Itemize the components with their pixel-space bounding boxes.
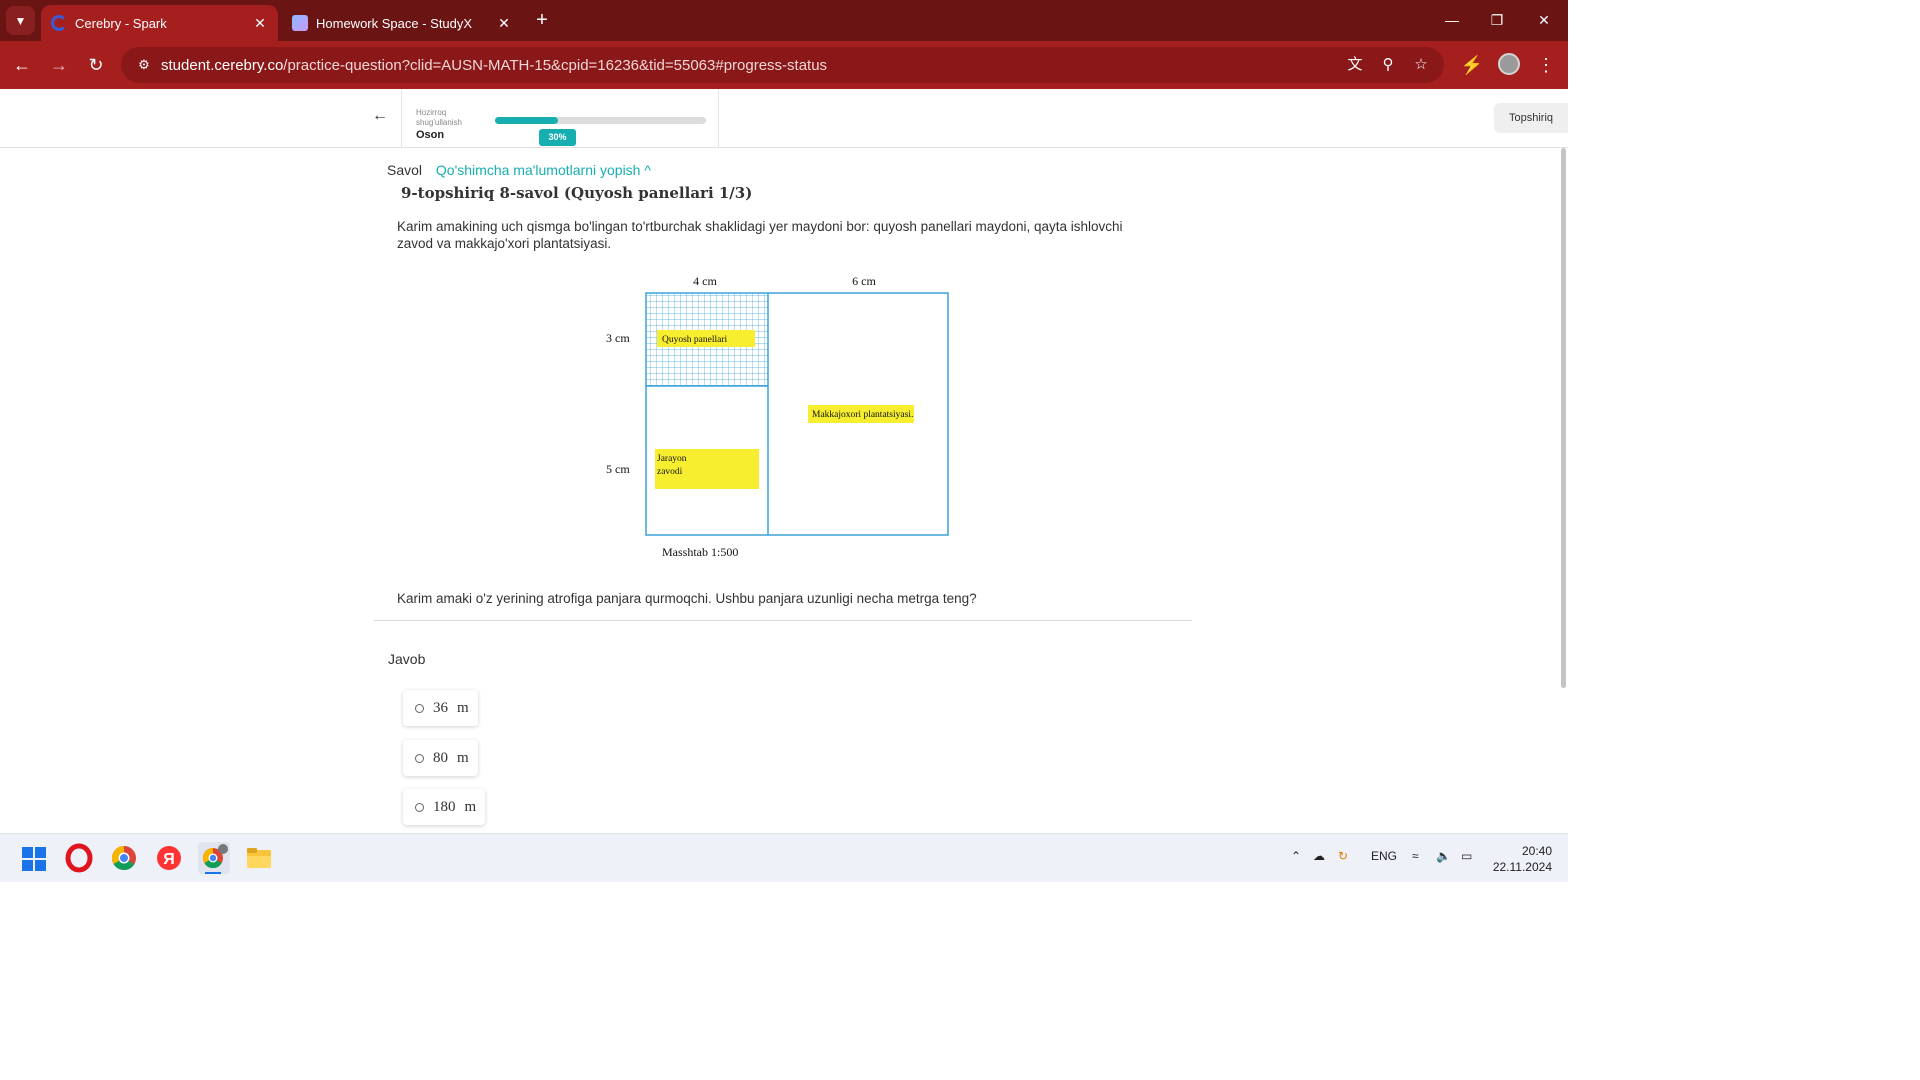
answer-label: Javob	[388, 651, 426, 667]
option-unit: m	[464, 798, 477, 815]
radio-icon[interactable]	[415, 703, 424, 713]
cerebry-favicon-icon	[51, 15, 67, 31]
radio-icon[interactable]	[415, 753, 424, 763]
onedrive-icon[interactable]: ☁	[1313, 849, 1325, 863]
extension-icon[interactable]: ⚡	[1458, 51, 1486, 79]
svg-text:Я: Я	[163, 851, 175, 868]
chrome-icon[interactable]	[108, 842, 140, 874]
yandex-browser-icon[interactable]: Я	[153, 842, 185, 874]
question-title: 9-topshiriq 8-savol (Quyosh panellari 1/…	[401, 184, 753, 202]
address-bar[interactable]: ⚙ student.cerebry.co/practice-question?c…	[121, 47, 1444, 83]
option-unit: m	[457, 749, 469, 766]
question-header: Savol Qo'shimcha ma'lumotlarni yopish ^	[387, 162, 651, 178]
tab-cerebry[interactable]: Cerebry - Spark ✕	[41, 5, 278, 41]
question-label: Savol	[387, 162, 423, 178]
language-indicator[interactable]: ENG	[1371, 849, 1397, 863]
answer-option[interactable]: 180 m	[403, 789, 486, 825]
new-tab-button[interactable]: +	[530, 8, 554, 32]
file-explorer-icon[interactable]	[243, 842, 275, 874]
width-label-left: 4 cm	[693, 274, 717, 288]
question-prompt: Karim amaki o'z yerining atrofiga panjar…	[397, 591, 977, 606]
scale-label: Masshtab 1:500	[662, 545, 738, 559]
studyx-favicon-icon	[292, 15, 308, 31]
restore-button[interactable]: ❐	[1477, 8, 1517, 32]
battery-icon[interactable]: ▭	[1461, 849, 1472, 863]
option-unit: m	[457, 699, 469, 716]
zoom-icon[interactable]: ⚲	[1374, 51, 1402, 79]
width-label-right: 6 cm	[852, 274, 876, 288]
radio-icon[interactable]	[415, 802, 424, 812]
show-hidden-icons-icon[interactable]: ⌃	[1291, 849, 1301, 863]
progress-badge: 30%	[539, 129, 576, 146]
tab-studyx[interactable]: Homework Space - StudyX ✕	[282, 5, 522, 41]
progress-panel: Hozirroq shug'ullanish Oson 30%	[403, 89, 719, 148]
reload-icon[interactable]: ↻	[82, 51, 110, 79]
tab-title: Homework Space - StudyX	[316, 15, 473, 31]
answer-option[interactable]: 36 m	[403, 690, 478, 726]
option-value: 36	[433, 699, 448, 716]
difficulty-level: Oson	[416, 129, 445, 141]
back-arrow-icon[interactable]: ←	[372, 107, 388, 125]
close-window-button[interactable]: ✕	[1524, 8, 1564, 32]
system-clock[interactable]: 20:40 22.11.2024	[1490, 843, 1552, 875]
answer-option[interactable]: 80 m	[403, 740, 478, 776]
corn-label: Makkajoxori plantatsiyasi.	[812, 410, 913, 420]
tab-title: Cerebry - Spark	[75, 15, 167, 31]
clock-date: 22.11.2024	[1492, 860, 1552, 874]
tab-strip: ▼ Cerebry - Spark ✕ Homework Space - Stu…	[0, 0, 1568, 41]
opera-icon[interactable]	[63, 842, 95, 874]
clock-time: 20:40	[1521, 844, 1552, 858]
tab-search-button[interactable]: ▼	[6, 6, 35, 35]
option-value: 80	[433, 749, 448, 766]
land-plot-diagram: 4 cm 6 cm 3 cm 5 cm Quyosh panellari Jar…	[606, 274, 949, 559]
divider	[374, 620, 1192, 621]
header-left-cell	[0, 89, 402, 148]
progress-fill	[495, 117, 559, 124]
browser-toolbar: ← → ↻ ⚙ student.cerebry.co/practice-ques…	[0, 41, 1568, 89]
factory-label-line1: Jarayon	[657, 454, 687, 464]
solar-label: Quyosh panellari	[662, 335, 728, 345]
option-value: 180	[433, 798, 456, 815]
translate-icon[interactable]: 文	[1341, 51, 1369, 79]
windows-start-icon[interactable]	[22, 847, 46, 871]
question-text: Karim amakining uch qismga bo'lingan to'…	[397, 219, 1123, 251]
practice-header: ← Hozirroq shug'ullanish Oson 30% Topshi…	[0, 89, 1568, 148]
status-label: Hozirroq shug'ullanish	[416, 108, 463, 127]
minimize-button[interactable]: —	[1432, 8, 1472, 32]
forward-icon[interactable]: →	[45, 51, 73, 79]
volume-muted-icon[interactable]: 🔈	[1436, 849, 1451, 863]
bookmark-star-icon[interactable]: ☆	[1407, 51, 1435, 79]
factory-label-line2: zavodi	[657, 467, 683, 477]
height-label-lower: 5 cm	[606, 462, 630, 476]
url-text[interactable]: student.cerebry.co/practice-question?cli…	[161, 57, 827, 74]
submit-button[interactable]: Topshiriq	[1494, 103, 1568, 133]
close-icon[interactable]: ✕	[248, 15, 272, 32]
sync-icon[interactable]: ↻	[1338, 849, 1348, 863]
close-icon[interactable]: ✕	[492, 15, 516, 32]
chrome-profile-icon[interactable]	[198, 842, 230, 874]
page-scrollbar[interactable]	[1561, 148, 1566, 688]
page-content: ← Hozirroq shug'ullanish Oson 30% Topshi…	[0, 89, 1568, 833]
hide-info-toggle[interactable]: Qo'shimcha ma'lumotlarni yopish ^	[436, 162, 651, 178]
progress-bar	[495, 117, 706, 124]
back-icon[interactable]: ←	[8, 51, 36, 79]
windows-taskbar: Я ⌃ ☁ ↻ ENG ≈ 🔈 ▭ 20:40 22.11.2024	[0, 833, 1568, 882]
profile-avatar[interactable]	[1498, 53, 1520, 75]
menu-icon[interactable]: ⋮	[1532, 51, 1560, 79]
site-info-icon[interactable]: ⚙	[127, 57, 161, 73]
wifi-icon[interactable]: ≈	[1412, 849, 1419, 863]
height-label-upper: 3 cm	[606, 331, 630, 345]
